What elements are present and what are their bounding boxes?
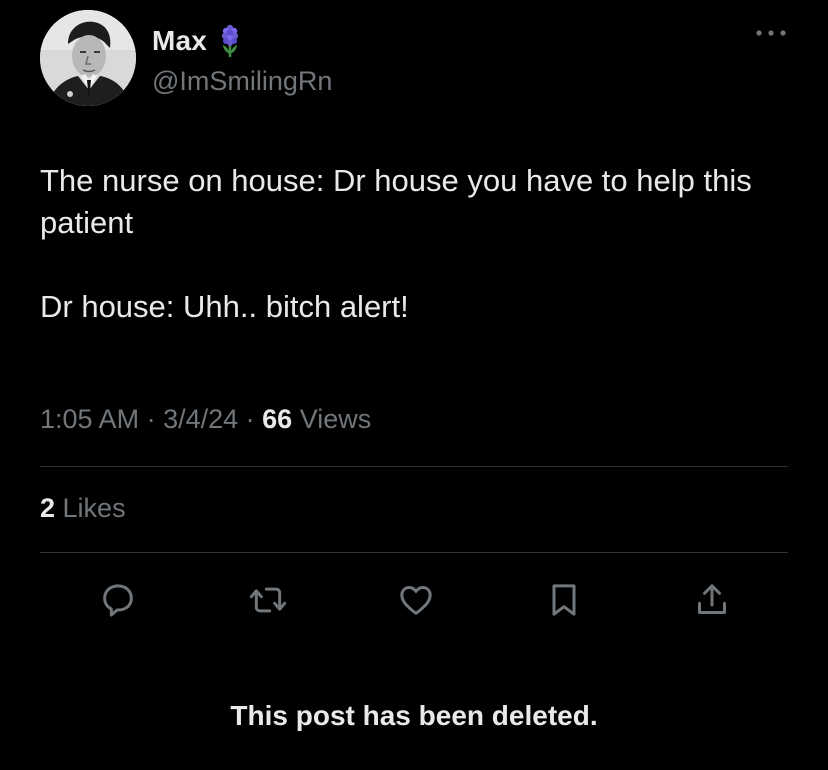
views-label: Views — [292, 404, 372, 434]
repost-arrows-icon — [249, 587, 287, 613]
bookmark-icon — [552, 584, 576, 616]
likes-count: 2 — [40, 493, 56, 523]
tweet-meta: 1:05 AM · 3/4/24 · 66 Views — [40, 404, 371, 435]
post-date[interactable]: 3/4/24 — [163, 404, 238, 434]
tweet-body: The nurse on house: Dr house you have to… — [40, 160, 780, 328]
meta-separator: · — [238, 404, 263, 434]
post-time[interactable]: 1:05 AM — [40, 404, 139, 434]
reply-button[interactable] — [96, 578, 140, 622]
display-name[interactable]: Max — [152, 25, 207, 57]
avatar[interactable] — [40, 10, 136, 106]
hyacinth-emoji-icon — [217, 24, 243, 58]
speech-bubble-icon — [103, 584, 133, 617]
views-count: 66 — [262, 404, 293, 434]
heart-icon — [400, 586, 432, 615]
likes-link[interactable]: 2 Likes — [40, 493, 126, 524]
meta-separator: · — [139, 404, 164, 434]
divider — [40, 466, 788, 467]
deleted-notice: This post has been deleted. — [230, 700, 598, 731]
bookmark-button[interactable] — [542, 578, 586, 622]
divider — [40, 552, 788, 553]
user-handle[interactable]: @ImSmilingRn — [152, 66, 332, 97]
tweet-paragraph: The nurse on house: Dr house you have to… — [40, 163, 752, 240]
share-button[interactable] — [690, 578, 734, 622]
action-bar — [40, 578, 788, 622]
more-options-icon[interactable] — [754, 28, 788, 38]
tweet-paragraph: Dr house: Uhh.. bitch alert! — [40, 289, 409, 324]
like-button[interactable] — [394, 578, 438, 622]
tweet-header: Max @ImSmilingRn — [40, 10, 788, 106]
author-name-row: Max — [152, 24, 243, 58]
likes-label: Likes — [55, 493, 126, 523]
share-upload-icon — [698, 584, 726, 614]
profile-photo-icon — [40, 10, 136, 106]
repost-button[interactable] — [246, 578, 290, 622]
